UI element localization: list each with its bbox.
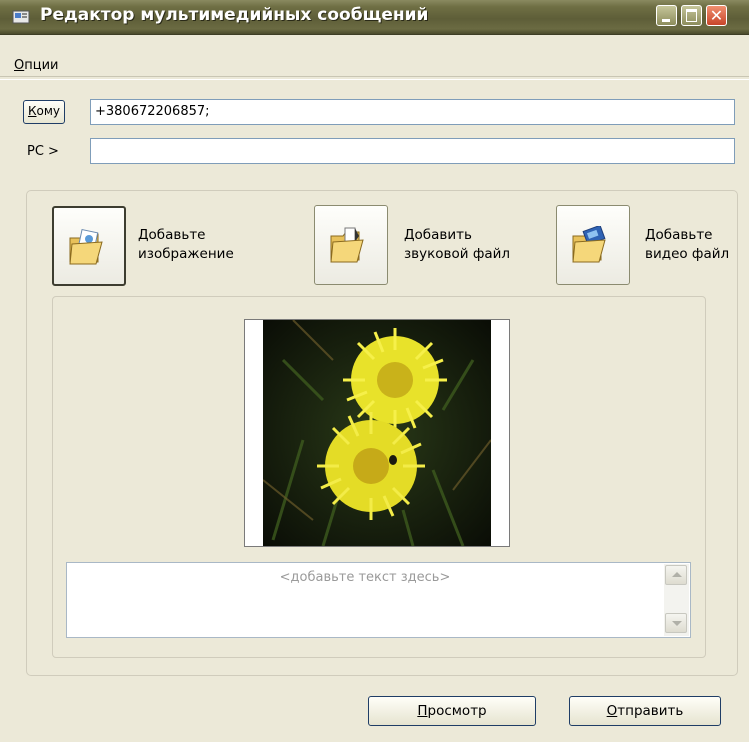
message-scrollbar[interactable] (664, 564, 689, 636)
mms-app-icon (12, 9, 30, 25)
add-video-label-line1: Добавьте (645, 227, 713, 243)
to-button-label: ому (36, 104, 61, 118)
add-video-button[interactable] (556, 205, 630, 285)
menu-options-accel: О (14, 58, 25, 73)
scroll-up-arrow-icon[interactable] (665, 565, 687, 585)
menu-separator (0, 76, 749, 80)
preview-label: росмотр (427, 703, 487, 719)
add-video-label: Добавьте видео файл (645, 226, 729, 264)
attached-image (262, 319, 492, 547)
send-label: тправить (617, 703, 684, 719)
folder-music-icon (330, 227, 364, 263)
add-image-label-line1: Добавьте (138, 227, 206, 243)
menu-options[interactable]: Опции (14, 58, 58, 73)
message-text-area[interactable]: <добавьте текст здесь> (66, 562, 691, 638)
add-image-label: Добавьте изображение (138, 226, 234, 264)
menu-options-label: пции (24, 58, 59, 73)
to-field[interactable]: +380672206857; (90, 99, 735, 125)
folder-picture-icon (69, 228, 103, 265)
send-accel: О (606, 703, 618, 719)
window-title: Редактор мультимедийных сообщений (40, 5, 429, 25)
rs-field[interactable] (90, 138, 735, 164)
image-preview-frame[interactable] (244, 319, 510, 547)
add-sound-label-line1: Добавить (404, 227, 472, 243)
add-sound-button[interactable] (314, 205, 388, 285)
to-button[interactable]: Кому (23, 100, 65, 124)
to-button-accel: К (27, 104, 37, 118)
minimize-button[interactable] (656, 5, 677, 26)
maximize-button[interactable] (681, 5, 702, 26)
add-video-label-line2: видео файл (645, 246, 730, 262)
add-image-button[interactable] (52, 206, 126, 286)
close-icon: ✕ (709, 6, 724, 25)
close-button[interactable]: ✕ (706, 5, 727, 26)
preview-button[interactable]: Просмотр (368, 696, 536, 726)
folder-video-icon (572, 226, 606, 263)
add-sound-label-line2: звуковой файл (404, 246, 511, 262)
scroll-down-arrow-icon[interactable] (665, 613, 687, 633)
add-sound-label: Добавить звуковой файл (404, 226, 510, 264)
preview-accel: П (417, 703, 428, 719)
rs-label: РС > (27, 144, 59, 159)
menu-bar (0, 35, 749, 75)
add-image-label-line2: изображение (138, 246, 234, 262)
send-button[interactable]: Отправить (569, 696, 721, 726)
message-placeholder: <добавьте текст здесь> (279, 570, 451, 585)
